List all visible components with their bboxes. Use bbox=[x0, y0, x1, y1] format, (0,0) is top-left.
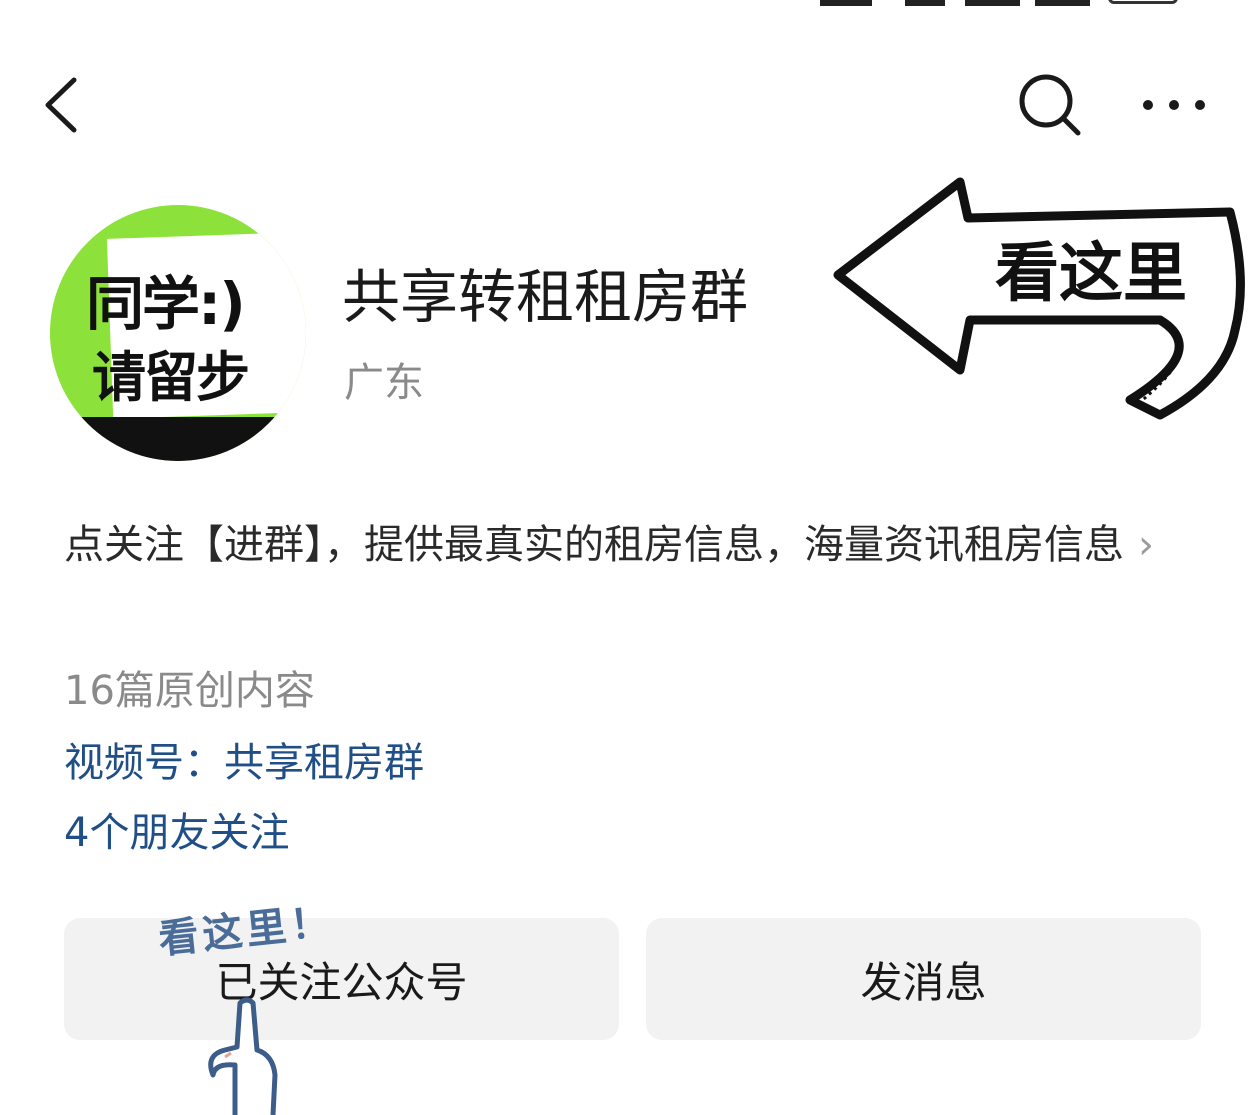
friends-following-link[interactable]: 4个朋友关注 bbox=[64, 800, 289, 858]
account-name: 共享转租租房群 bbox=[342, 263, 749, 331]
more-dots-icon bbox=[1143, 100, 1205, 110]
arrow-annotation-text: 看这里 bbox=[995, 237, 1187, 311]
search-icon bbox=[1019, 74, 1081, 136]
status-bar bbox=[0, 0, 1251, 12]
channel-link[interactable]: 视频号：共享租房群 bbox=[64, 730, 424, 788]
battery-icon bbox=[1108, 0, 1178, 4]
send-message-button[interactable]: 发消息 bbox=[646, 918, 1201, 1040]
pointing-hand-icon bbox=[208, 997, 278, 1115]
back-button[interactable] bbox=[36, 72, 96, 138]
chevron-left-icon bbox=[45, 77, 77, 133]
avatar-text-line1: 同学:) bbox=[86, 270, 246, 338]
followed-button[interactable]: 已关注公众号 bbox=[64, 918, 619, 1040]
chevron-right-icon: › bbox=[1138, 522, 1154, 568]
description-text: 点关注【进群】，提供最真实的租房信息，海量资讯租房信息 bbox=[64, 522, 1124, 568]
avatar-band bbox=[50, 417, 306, 461]
arrow-annotation: 看这里 bbox=[833, 177, 1245, 420]
avatar-text-line2: 请留步 bbox=[92, 346, 250, 409]
account-description[interactable]: 点关注【进群】，提供最真实的租房信息，海量资讯租房信息 › bbox=[64, 515, 1204, 575]
account-region: 广东 bbox=[344, 360, 424, 406]
send-message-label: 发消息 bbox=[860, 957, 987, 1007]
more-button[interactable] bbox=[1138, 84, 1210, 126]
original-count: 16篇原创内容 bbox=[64, 668, 315, 714]
search-button[interactable] bbox=[1012, 70, 1086, 140]
account-avatar[interactable]: 同学:) 请留步 bbox=[50, 205, 306, 461]
